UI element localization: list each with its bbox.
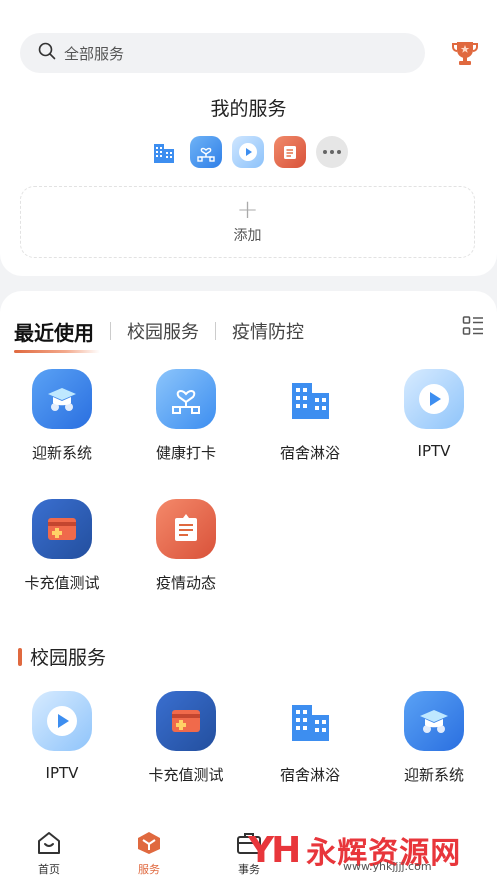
news-icon [156,499,216,559]
news-icon[interactable] [274,136,306,168]
trophy-icon[interactable] [450,38,480,68]
app-card-recharge[interactable]: 卡充值测试 [124,691,248,785]
active-tab-indicator [14,350,100,353]
app-iptv[interactable]: IPTV [372,369,496,463]
app-welcome-system[interactable]: 迎新系统 [372,691,496,785]
app-label: 健康打卡 [155,444,216,462]
app-label: IPTV [417,442,451,460]
tab-divider [110,322,111,340]
app-dorm-shower[interactable]: 宿舍淋浴 [248,369,372,463]
section-accent-bar [18,647,22,666]
app-label: 迎新系统 [403,766,464,784]
app-label: 宿舍淋浴 [279,766,340,784]
app-label: IPTV [45,764,79,782]
tab-epidemic[interactable]: 疫情防控 [232,318,304,344]
play-icon [32,691,92,751]
card-icon [156,691,216,751]
service-cube-icon [136,831,162,859]
app-dorm-shower[interactable]: 宿舍淋浴 [248,691,372,785]
card-icon [32,499,92,559]
search-icon [38,42,56,64]
search-placeholder: 全部服务 [64,44,125,63]
my-services-card: 全部服务 我的服务 + 添加 [0,0,497,276]
service-tabs: 最近使用 校园服务 疫情防控 [14,311,304,351]
search-input[interactable]: 全部服务 [20,33,425,73]
watermark-logo: YH [248,829,301,871]
nav-home-label: 首页 [38,863,60,876]
nav-service[interactable]: 服务 [119,831,179,877]
app-label: 卡充值测试 [148,766,224,784]
tab-campus[interactable]: 校园服务 [127,318,199,344]
watermark-url: www.yhkjjjj.com [343,860,432,873]
tab-divider [215,322,216,340]
app-label: 宿舍淋浴 [279,444,340,462]
app-iptv[interactable]: IPTV [0,691,124,785]
add-plus-icon: + [236,195,259,225]
play-icon[interactable] [232,136,264,168]
graduation-icon [32,369,92,429]
health-icon [156,369,216,429]
app-epidemic-news[interactable]: 疫情动态 [124,499,248,593]
campus-apps-grid: IPTV 卡充值测试 宿舍淋浴 迎新系统 [0,691,497,785]
health-icon[interactable] [190,136,222,168]
campus-section-header: 校园服务 [18,643,106,670]
building-icon [280,691,340,751]
nav-service-label: 服务 [138,863,160,876]
graduation-icon [404,691,464,751]
building-icon [280,369,340,429]
more-icon[interactable] [316,136,348,168]
app-label: 疫情动态 [155,574,216,592]
home-icon [36,831,62,859]
watermark: YH 永辉资源网 www.yhkjjjj.com [248,820,478,880]
play-icon [404,369,464,429]
app-label: 卡充值测试 [24,574,100,592]
my-services-icons [148,136,348,168]
add-service-button[interactable]: + 添加 [20,186,475,258]
building-icon[interactable] [148,136,180,168]
add-label: 添加 [233,228,262,244]
app-health-checkin[interactable]: 健康打卡 [124,369,248,463]
my-services-title: 我的服务 [210,98,287,120]
recent-apps-grid: 迎新系统 健康打卡 宿舍淋浴 IPTV 卡充值测试 疫情动态 [0,369,497,593]
list-view-icon[interactable] [462,315,484,337]
service-panel: 最近使用 校园服务 疫情防控 迎新系统 健康打卡 宿舍淋浴 IPTV 卡充值测试… [0,291,497,831]
tab-recent[interactable]: 最近使用 [14,317,94,346]
nav-home[interactable]: 首页 [19,831,79,877]
app-welcome-system[interactable]: 迎新系统 [0,369,124,463]
section-title: 校园服务 [30,647,107,669]
app-label: 迎新系统 [31,444,92,462]
app-card-recharge[interactable]: 卡充值测试 [0,499,124,593]
